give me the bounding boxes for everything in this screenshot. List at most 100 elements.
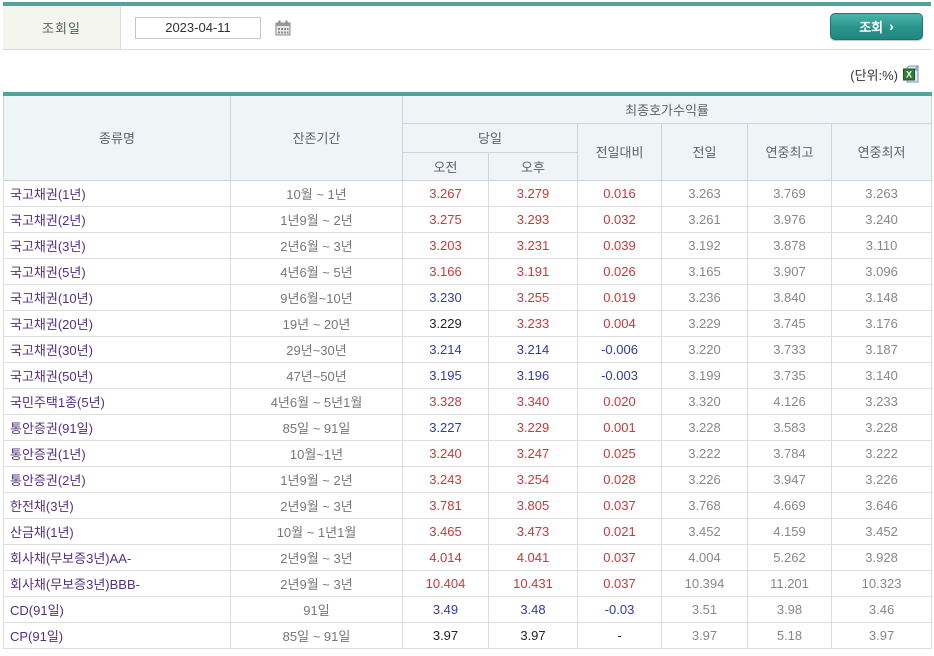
prev-yield-cell: 3.261	[661, 205, 748, 233]
table-row: 회사채(무보증3년)BBB- 2년9월 ~ 3년 10.404 10.431 0.037…	[3, 569, 933, 597]
year-high-cell: 3.583	[747, 413, 832, 441]
col-header-year-high: 연중최고	[747, 122, 832, 181]
year-low-cell: 3.096	[830, 257, 933, 285]
prev-yield-cell: 3.452	[661, 517, 748, 545]
pm-yield-cell: 3.97	[488, 621, 578, 649]
year-low-cell: 3.187	[830, 335, 933, 363]
prev-yield-cell: 4.004	[661, 543, 748, 571]
year-low-cell: 3.110	[830, 231, 933, 259]
pm-yield-cell: 3.473	[488, 517, 578, 545]
maturity-cell: 85일 ~ 91일	[230, 413, 403, 441]
year-low-cell: 3.646	[830, 491, 933, 519]
table-row: 국고채권(3년) 2년6월 ~ 3년 3.203 3.231 0.039 3.192 3.8…	[3, 231, 933, 259]
year-low-cell: 3.176	[830, 309, 933, 337]
year-low-cell: 3.228	[830, 413, 933, 441]
change-cell: -0.03	[577, 595, 662, 623]
prev-yield-cell: 3.768	[661, 491, 748, 519]
excel-icon[interactable]: X	[902, 64, 922, 84]
pm-yield-cell: 4.041	[488, 543, 578, 571]
year-high-cell: 11.201	[747, 569, 832, 597]
year-low-cell: 3.148	[830, 283, 933, 311]
bond-yield-page: 조회일 조회 › (단위:%)	[0, 0, 934, 656]
calendar-icon[interactable]	[274, 19, 292, 37]
col-header-today: 당일	[402, 122, 578, 153]
change-cell: 0.037	[577, 491, 662, 519]
year-low-cell: 10.323	[830, 569, 933, 597]
bond-name-cell: 통안증권(1년)	[3, 439, 231, 467]
table-row: CD(91일) 91일 3.49 3.48 -0.03 3.51 3.98 3.46	[3, 595, 933, 623]
search-button-label: 조회	[859, 20, 884, 35]
am-yield-cell: 3.166	[402, 257, 489, 285]
bond-name-cell: 통안증권(91일)	[3, 413, 231, 441]
year-high-cell: 3.98	[747, 595, 832, 623]
bond-name-cell: 국고채권(2년)	[3, 205, 231, 233]
maturity-cell: 29년~30년	[230, 335, 403, 363]
pm-yield-cell: 3.247	[488, 439, 578, 467]
year-high-cell: 3.745	[747, 309, 832, 337]
am-yield-cell: 3.328	[402, 387, 489, 415]
prev-yield-cell: 3.236	[661, 283, 748, 311]
bond-name-cell: 국고채권(10년)	[3, 283, 231, 311]
prev-yield-cell: 3.220	[661, 335, 748, 363]
am-yield-cell: 3.240	[402, 439, 489, 467]
bond-name-cell: 국고채권(3년)	[3, 231, 231, 259]
prev-yield-cell: 3.228	[661, 413, 748, 441]
table-row: 통안증권(1년) 10월~1년 3.240 3.247 0.025 3.222 3.784 3…	[3, 439, 933, 467]
year-low-cell: 3.97	[830, 621, 933, 649]
pm-yield-cell: 3.254	[488, 465, 578, 493]
table-row: 국민주택1종(5년) 4년6월 ~ 5년1월 3.328 3.340 0.020 3.32…	[3, 387, 933, 415]
table-row: 국고채권(20년) 19년 ~ 20년 3.229 3.233 0.004 3.229 3.…	[3, 309, 933, 337]
col-header-pm: 오후	[488, 151, 578, 181]
am-yield-cell: 3.275	[402, 205, 489, 233]
year-high-cell: 4.669	[747, 491, 832, 519]
year-high-cell: 3.878	[747, 231, 832, 259]
prev-yield-cell: 3.199	[661, 361, 748, 389]
bond-name-cell: 산금채(1년)	[3, 517, 231, 545]
excel-icon-glyph: X	[903, 64, 919, 83]
maturity-cell: 10월 ~ 1년1월	[230, 517, 403, 545]
am-yield-cell: 10.404	[402, 569, 489, 597]
change-cell: 0.039	[577, 231, 662, 259]
am-yield-cell: 3.465	[402, 517, 489, 545]
am-yield-cell: 4.014	[402, 543, 489, 571]
pm-yield-cell: 10.431	[488, 569, 578, 597]
search-button[interactable]: 조회 ›	[830, 13, 923, 40]
am-yield-cell: 3.230	[402, 283, 489, 311]
bond-name-cell: 국고채권(30년)	[3, 335, 231, 363]
calendar-icon-glyph	[275, 20, 291, 35]
year-high-cell: 5.18	[747, 621, 832, 649]
year-low-cell: 3.452	[830, 517, 933, 545]
change-cell: 0.004	[577, 309, 662, 337]
prev-yield-cell: 3.97	[661, 621, 748, 649]
am-yield-cell: 3.267	[402, 179, 489, 207]
bond-name-cell: CP(91일)	[3, 621, 231, 649]
change-cell: -	[577, 621, 662, 649]
change-cell: 0.020	[577, 387, 662, 415]
maturity-cell: 1년9월 ~ 2년	[230, 205, 403, 233]
col-header-am: 오전	[402, 151, 489, 181]
year-low-cell: 3.263	[830, 179, 933, 207]
col-header-vs-prev: 전일대비	[577, 122, 662, 181]
table-row: 국고채권(50년) 47년~50년 3.195 3.196 -0.003 3.199 3.7…	[3, 361, 933, 389]
col-header-year-low: 연중최저	[830, 122, 933, 181]
change-cell: 0.019	[577, 283, 662, 311]
pm-yield-cell: 3.214	[488, 335, 578, 363]
year-high-cell: 4.126	[747, 387, 832, 415]
maturity-cell: 91일	[230, 595, 403, 623]
am-yield-cell: 3.97	[402, 621, 489, 649]
am-yield-cell: 3.195	[402, 361, 489, 389]
prev-yield-cell: 3.222	[661, 439, 748, 467]
bond-name-cell: 국민주택1종(5년)	[3, 387, 231, 415]
table-row: 국고채권(30년) 29년~30년 3.214 3.214 -0.006 3.220 3.7…	[3, 335, 933, 363]
chevron-right-icon: ›	[889, 17, 894, 34]
change-cell: -0.006	[577, 335, 662, 363]
maturity-cell: 2년9월 ~ 3년	[230, 569, 403, 597]
date-input[interactable]	[135, 16, 261, 39]
change-cell: 0.037	[577, 569, 662, 597]
pm-yield-cell: 3.229	[488, 413, 578, 441]
year-high-cell: 3.947	[747, 465, 832, 493]
maturity-cell: 2년6월 ~ 3년	[230, 231, 403, 259]
col-header-type: 종류명	[3, 93, 231, 181]
change-cell: 0.037	[577, 543, 662, 571]
prev-yield-cell: 3.51	[661, 595, 748, 623]
